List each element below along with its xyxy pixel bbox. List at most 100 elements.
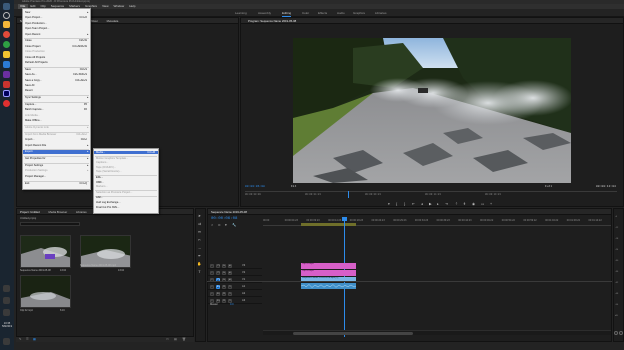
solo-icon[interactable]: S bbox=[228, 291, 232, 296]
write-protect-icon[interactable]: ✎ bbox=[19, 337, 22, 341]
source-patch-icon[interactable]: A1 bbox=[216, 284, 220, 289]
app-circle-icon[interactable] bbox=[3, 100, 10, 107]
project-item-thumbnail[interactable] bbox=[20, 235, 71, 268]
selection-tool-icon[interactable]: ➤ bbox=[197, 214, 202, 219]
export-frame-icon[interactable]: ◉ bbox=[472, 202, 475, 206]
timeline-settings-icon[interactable]: 🔧 bbox=[232, 223, 236, 227]
file-menu-item-new[interactable]: New ▸ bbox=[23, 11, 90, 14]
search-icon[interactable] bbox=[3, 12, 10, 19]
source-patch-icon[interactable]: V2 bbox=[216, 270, 220, 275]
export-menu-item-omf[interactable]: OMF... bbox=[94, 181, 158, 184]
workspace-audio[interactable]: Audio bbox=[337, 10, 345, 16]
mark-out-icon[interactable]: } bbox=[404, 202, 405, 206]
ripple-edit-tool-icon[interactable]: ⇹ bbox=[197, 230, 202, 235]
file-menu-item-save-as[interactable]: Save As... Ctrl+Shift+S bbox=[23, 73, 90, 76]
extract-icon[interactable]: ⇞ bbox=[463, 202, 466, 206]
tab-libraries[interactable]: Libraries bbox=[76, 210, 87, 214]
file-menu-item-save-all[interactable]: Save All bbox=[23, 84, 90, 87]
timeline-clip-v2[interactable]: Clip 02.mp4 bbox=[301, 270, 356, 276]
file-menu-item-project-settings[interactable]: Project Settings ▸ bbox=[23, 164, 90, 167]
workspace-learning[interactable]: Learning bbox=[235, 10, 247, 16]
file-menu-item-sync-settings[interactable]: Sync Settings ▸ bbox=[23, 96, 90, 99]
file-menu-item-import-recent-file[interactable]: Import Recent File ▸ bbox=[23, 144, 90, 147]
timeline-clip-v3[interactable]: Clip 02.mp4 bbox=[301, 263, 356, 269]
hand-tool-icon[interactable]: ✋ bbox=[197, 262, 202, 267]
add-button-icon[interactable]: + bbox=[490, 202, 492, 206]
workspace-assembly[interactable]: Assembly bbox=[258, 10, 271, 16]
project-search-input[interactable] bbox=[20, 222, 80, 226]
sync-lock-icon[interactable]: ⇋ bbox=[222, 270, 226, 275]
timeline-horizontal-scrollbar[interactable] bbox=[263, 330, 611, 335]
export-menu-item-final-cut-pro-xml[interactable]: Final Cut Pro XML... bbox=[94, 206, 158, 209]
workspace-editing[interactable]: Editing bbox=[282, 10, 292, 17]
track-header-a1[interactable]: ▪ A1 M S A1 bbox=[208, 283, 262, 290]
workspace-libraries[interactable]: Libraries bbox=[375, 10, 387, 16]
track-header-v2[interactable]: ▪ V2 ⇋ ◉ V2 bbox=[208, 269, 262, 276]
timeline-clip-v1[interactable]: Sequence Name 2019-05-08.mp4 [V] bbox=[301, 277, 356, 281]
export-menu-item-aaf[interactable]: AAF... bbox=[94, 196, 158, 199]
file-menu-item-close-all-projects[interactable]: Close All Projects bbox=[23, 56, 90, 59]
source-patch-icon[interactable]: A2 bbox=[216, 291, 220, 296]
track-header-v3[interactable]: ▪ V3 ⇋ ◉ V3 bbox=[208, 262, 262, 269]
timeline-work-area[interactable] bbox=[301, 223, 356, 226]
lock-icon[interactable]: ▪ bbox=[210, 270, 214, 275]
notifications-icon[interactable] bbox=[3, 338, 10, 345]
file-menu-item-open-production[interactable]: Open Production... bbox=[23, 22, 90, 25]
icon-view-icon[interactable]: ▦ bbox=[33, 337, 36, 341]
file-menu-item-make-offline[interactable]: Make Offline... bbox=[23, 119, 90, 122]
program-quality-dropdown[interactable]: Full bbox=[545, 185, 552, 188]
solo-icon[interactable]: S bbox=[228, 284, 232, 289]
tray-icon[interactable] bbox=[3, 285, 10, 292]
file-menu-item-open-project[interactable]: Open Project... Ctrl+O bbox=[23, 16, 90, 19]
workspace-graphics[interactable]: Graphics bbox=[353, 10, 365, 16]
type-tool-icon[interactable]: T bbox=[197, 270, 202, 275]
timeline-scroll-thumb[interactable] bbox=[293, 332, 413, 335]
toggle-output-icon[interactable]: ◉ bbox=[228, 263, 232, 268]
pen-tool-icon[interactable]: ✒ bbox=[197, 254, 202, 259]
new-bin-icon[interactable]: ▭ bbox=[166, 337, 169, 341]
tab-media-browser[interactable]: Media Browser bbox=[49, 210, 68, 214]
mute-icon[interactable]: M bbox=[222, 291, 226, 296]
list-view-icon[interactable]: ☰ bbox=[26, 337, 29, 341]
toggle-output-icon[interactable]: ◉ bbox=[228, 270, 232, 275]
file-menu-item-get-properties-for[interactable]: Get Properties for ▸ bbox=[23, 157, 90, 160]
network-icon[interactable] bbox=[3, 297, 10, 304]
lock-icon[interactable]: ▪ bbox=[210, 263, 214, 268]
linked-selection-icon[interactable]: ∞ bbox=[218, 223, 220, 227]
lock-icon[interactable]: ▪ bbox=[210, 284, 214, 289]
app-yellow-icon[interactable] bbox=[3, 51, 10, 58]
solo-icon[interactable]: S bbox=[228, 298, 232, 303]
sync-lock-icon[interactable]: ⇋ bbox=[222, 263, 226, 268]
tab-metadata[interactable]: Metadata bbox=[107, 19, 119, 23]
new-item-icon[interactable]: ▤ bbox=[174, 337, 177, 341]
export-menu-item-media[interactable]: Media... Ctrl+M bbox=[94, 151, 158, 155]
lift-icon[interactable]: ⇡ bbox=[455, 202, 458, 206]
mark-in-icon[interactable]: { bbox=[396, 202, 397, 206]
lock-icon[interactable]: ▪ bbox=[210, 298, 214, 303]
file-menu-item-close[interactable]: Close Ctrl+W bbox=[23, 39, 90, 42]
tab-project[interactable]: Project: Untitled bbox=[20, 210, 40, 214]
app-red-icon[interactable] bbox=[3, 81, 10, 88]
file-menu-item-open-team-project[interactable]: Open Team Project... bbox=[23, 27, 90, 30]
export-menu-item-avid-log-exchange[interactable]: Avid Log Exchange... bbox=[94, 201, 158, 204]
timeline-timecode[interactable]: 00:00:06:08 bbox=[211, 217, 237, 221]
file-menu-item-capture[interactable]: Capture... F5 bbox=[23, 103, 90, 106]
add-marker-icon[interactable]: ▾ bbox=[388, 202, 390, 206]
lock-icon[interactable]: ▪ bbox=[210, 291, 214, 296]
chrome-icon[interactable] bbox=[3, 31, 10, 38]
file-menu-item-import[interactable]: Import... Ctrl+I bbox=[23, 138, 90, 141]
workspace-color[interactable]: Color bbox=[302, 10, 309, 16]
master-track-value[interactable]: 0.0 bbox=[230, 303, 234, 306]
file-menu-item-export[interactable]: Export ▸ bbox=[23, 150, 90, 154]
file-menu-item-save[interactable]: Save Ctrl+S bbox=[23, 68, 90, 71]
app-blue-icon[interactable] bbox=[3, 61, 10, 68]
slip-tool-icon[interactable]: ↔ bbox=[197, 246, 202, 251]
file-explorer-icon[interactable] bbox=[3, 21, 10, 28]
file-menu-item-project-manager[interactable]: Project Manager... bbox=[23, 175, 90, 178]
solo-right-icon[interactable] bbox=[619, 331, 623, 335]
export-menu-item-edl[interactable]: EDL... bbox=[94, 176, 158, 179]
premiere-pro-icon[interactable] bbox=[3, 90, 10, 97]
track-select-tool-icon[interactable]: ⇉ bbox=[197, 222, 202, 227]
project-item-thumbnail[interactable] bbox=[20, 275, 71, 308]
snap-icon[interactable]: ∩ bbox=[211, 223, 213, 227]
